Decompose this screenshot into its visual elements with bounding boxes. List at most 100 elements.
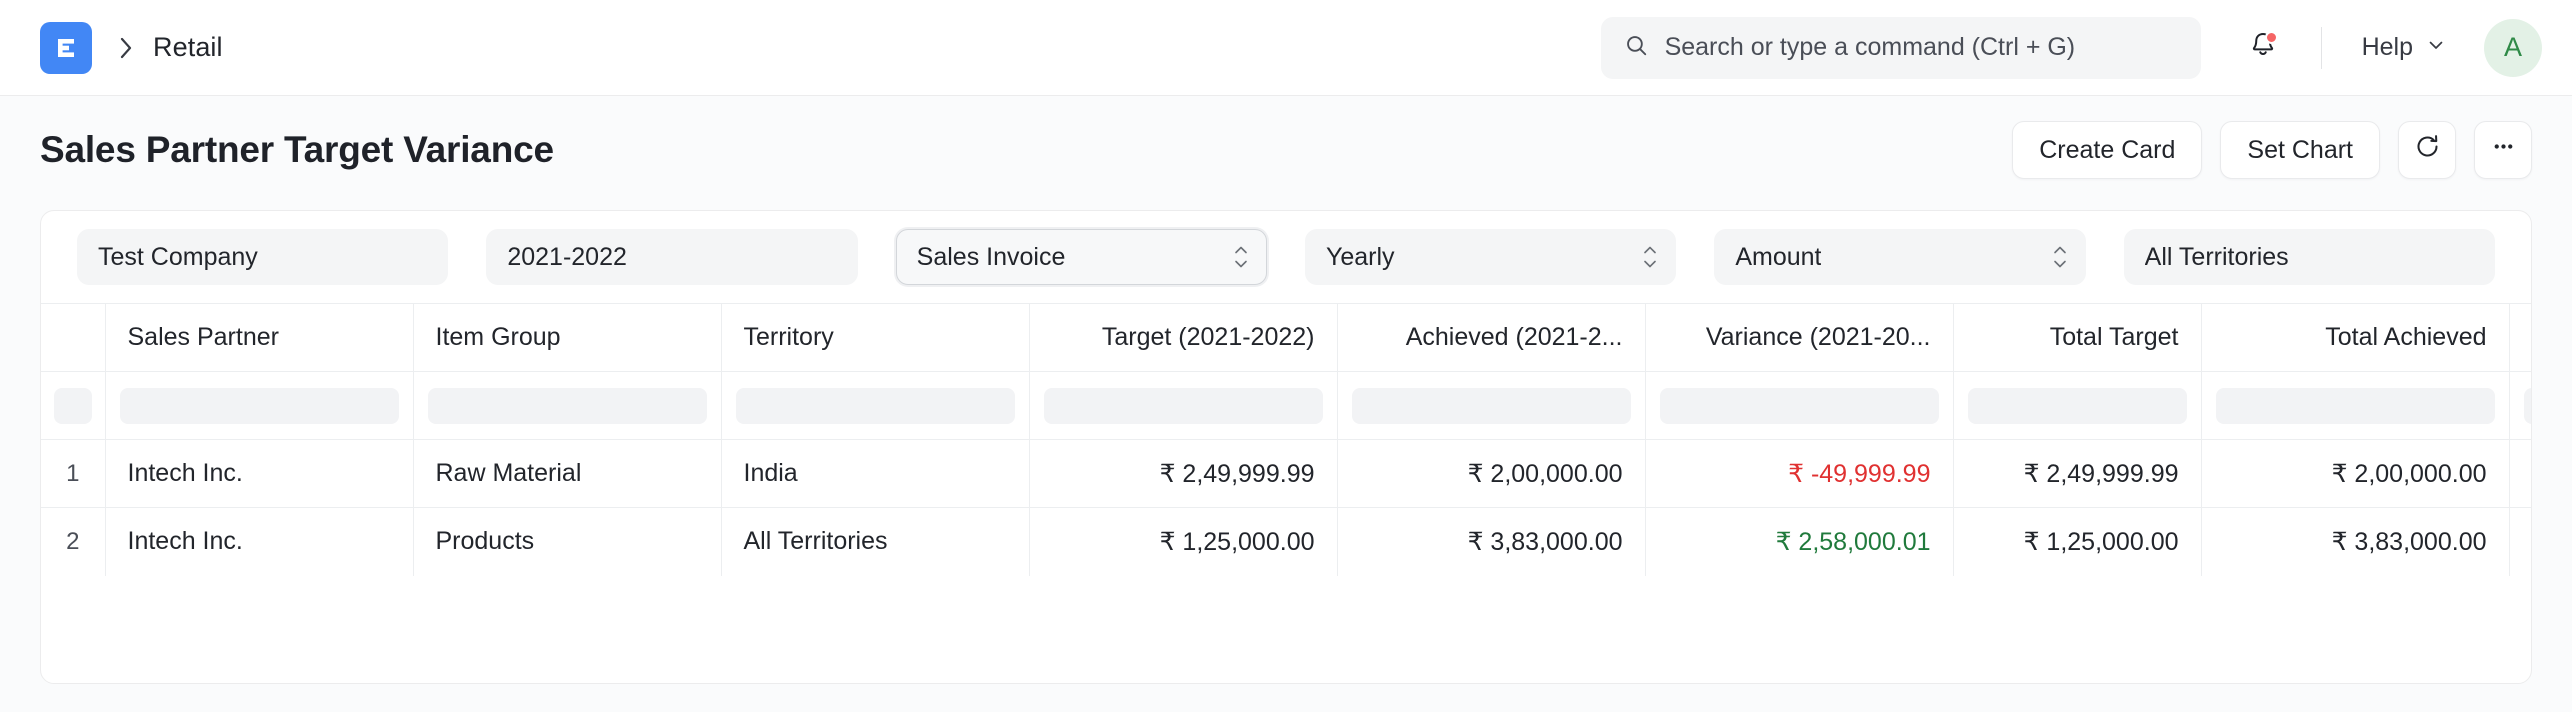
ellipsis-icon (2490, 133, 2517, 167)
column-header-achieved[interactable]: Achieved (2021-2... (1337, 304, 1645, 372)
filter-input-placeholder[interactable] (736, 388, 1015, 424)
cell-item-group[interactable]: Products (413, 508, 721, 576)
doctype-filter-value: Sales Invoice (917, 243, 1066, 272)
page-actions: Create Card Set Chart (2012, 96, 2532, 204)
refresh-button[interactable] (2398, 121, 2456, 179)
fiscal-year-filter-value: 2021-2022 (507, 243, 627, 272)
cell-sales-partner[interactable]: Intech Inc. (105, 508, 413, 576)
doctype-filter[interactable]: Sales Invoice (896, 229, 1267, 285)
column-header-territory[interactable]: Territory (721, 304, 1029, 372)
cell-territory[interactable]: All Territories (721, 508, 1029, 576)
stepper-icon (1643, 246, 1657, 269)
cell-variance[interactable]: ₹ 2,58,000.01 (1645, 508, 1953, 576)
stepper-icon (2053, 246, 2067, 269)
filter-cell-item-group[interactable] (413, 372, 721, 440)
chevron-right-icon (118, 35, 135, 61)
navbar-left: Retail (40, 22, 223, 74)
filter-input-placeholder[interactable] (1044, 388, 1323, 424)
page-header: Sales Partner Target Variance Create Car… (40, 96, 2532, 204)
filter-input-placeholder[interactable] (2216, 388, 2495, 424)
column-header-total-target[interactable]: Total Target (1953, 304, 2201, 372)
erpnext-logo-icon[interactable] (40, 22, 92, 74)
filter-cell-index[interactable] (41, 372, 105, 440)
filter-cell-total-achieved[interactable] (2201, 372, 2509, 440)
search-icon (1624, 33, 1649, 63)
cell-overflow[interactable] (2509, 508, 2531, 576)
cell-achieved[interactable]: ₹ 3,83,000.00 (1337, 508, 1645, 576)
avatar[interactable]: A (2484, 19, 2542, 77)
company-filter-value: Test Company (98, 243, 258, 272)
stepper-icon (1234, 246, 1248, 269)
period-filter[interactable]: Yearly (1305, 229, 1676, 285)
table-filter-row (41, 372, 2531, 440)
filter-cell-variance[interactable] (1645, 372, 1953, 440)
navbar-right: Help A (1601, 0, 2542, 95)
table-header-row: Sales Partner Item Group Territory Targe… (41, 304, 2531, 372)
breadcrumb[interactable]: Retail (153, 32, 223, 63)
filter-input-placeholder[interactable] (2524, 388, 2532, 424)
report-card: Test Company 2021-2022 Sales Invoice Yea… (40, 210, 2532, 684)
cell-total-target[interactable]: ₹ 1,25,000.00 (1953, 508, 2201, 576)
navbar-divider (2321, 27, 2322, 69)
search-bar[interactable] (1601, 17, 2201, 79)
cell-item-group[interactable]: Raw Material (413, 440, 721, 508)
filter-input-placeholder[interactable] (1968, 388, 2187, 424)
page-body: Sales Partner Target Variance Create Car… (0, 96, 2572, 712)
table-row[interactable]: 2 Intech Inc. Products All Territories ₹… (41, 508, 2531, 576)
filter-cell-sales-partner[interactable] (105, 372, 413, 440)
filter-cell-total-target[interactable] (1953, 372, 2201, 440)
table-row[interactable]: 1 Intech Inc. Raw Material India ₹ 2,49,… (41, 440, 2531, 508)
row-index-header (41, 304, 105, 372)
help-menu-button[interactable]: Help (2352, 25, 2456, 70)
top-navbar: Retail Help (0, 0, 2572, 96)
cell-overflow[interactable] (2509, 440, 2531, 508)
notifications-button[interactable] (2235, 20, 2291, 76)
chevron-down-icon (2426, 33, 2446, 62)
filter-input-placeholder[interactable] (1352, 388, 1631, 424)
refresh-icon (2414, 133, 2441, 167)
datatable: Sales Partner Item Group Territory Targe… (41, 303, 2531, 576)
fiscal-year-filter[interactable]: 2021-2022 (486, 229, 857, 285)
column-header-item-group[interactable]: Item Group (413, 304, 721, 372)
filter-cell-achieved[interactable] (1337, 372, 1645, 440)
filter-cell-target[interactable] (1029, 372, 1337, 440)
column-header-overflow (2509, 304, 2531, 372)
cell-target[interactable]: ₹ 1,25,000.00 (1029, 508, 1337, 576)
cell-total-achieved[interactable]: ₹ 2,00,000.00 (2201, 440, 2509, 508)
company-filter[interactable]: Test Company (77, 229, 448, 285)
page-title: Sales Partner Target Variance (40, 129, 554, 171)
cell-target[interactable]: ₹ 2,49,999.99 (1029, 440, 1337, 508)
column-header-sales-partner[interactable]: Sales Partner (105, 304, 413, 372)
row-index: 1 (41, 440, 105, 508)
territory-filter[interactable]: All Territories (2124, 229, 2495, 285)
cell-variance[interactable]: ₹ -49,999.99 (1645, 440, 1953, 508)
avatar-initial: A (2504, 32, 2522, 63)
column-header-variance[interactable]: Variance (2021-20... (1645, 304, 1953, 372)
notification-dot (2265, 31, 2278, 44)
column-header-target[interactable]: Target (2021-2022) (1029, 304, 1337, 372)
filter-cell-overflow[interactable] (2509, 372, 2531, 440)
search-input[interactable] (1665, 33, 2178, 62)
filter-cell-territory[interactable] (721, 372, 1029, 440)
row-index: 2 (41, 508, 105, 576)
report-table: Sales Partner Item Group Territory Targe… (41, 303, 2531, 576)
cell-total-target[interactable]: ₹ 2,49,999.99 (1953, 440, 2201, 508)
period-filter-value: Yearly (1326, 243, 1395, 272)
more-options-button[interactable] (2474, 121, 2532, 179)
target-on-filter[interactable]: Amount (1714, 229, 2085, 285)
territory-filter-value: All Territories (2145, 243, 2289, 272)
filter-input-placeholder[interactable] (428, 388, 707, 424)
column-header-total-achieved[interactable]: Total Achieved (2201, 304, 2509, 372)
cell-territory[interactable]: India (721, 440, 1029, 508)
filter-bar: Test Company 2021-2022 Sales Invoice Yea… (41, 211, 2531, 303)
set-chart-button[interactable]: Set Chart (2220, 121, 2380, 179)
target-on-filter-value: Amount (1735, 243, 1821, 272)
cell-total-achieved[interactable]: ₹ 3,83,000.00 (2201, 508, 2509, 576)
filter-input-placeholder[interactable] (1660, 388, 1939, 424)
filter-input-placeholder[interactable] (54, 388, 92, 424)
help-label: Help (2362, 33, 2413, 62)
create-card-button[interactable]: Create Card (2012, 121, 2202, 179)
cell-achieved[interactable]: ₹ 2,00,000.00 (1337, 440, 1645, 508)
filter-input-placeholder[interactable] (120, 388, 399, 424)
cell-sales-partner[interactable]: Intech Inc. (105, 440, 413, 508)
